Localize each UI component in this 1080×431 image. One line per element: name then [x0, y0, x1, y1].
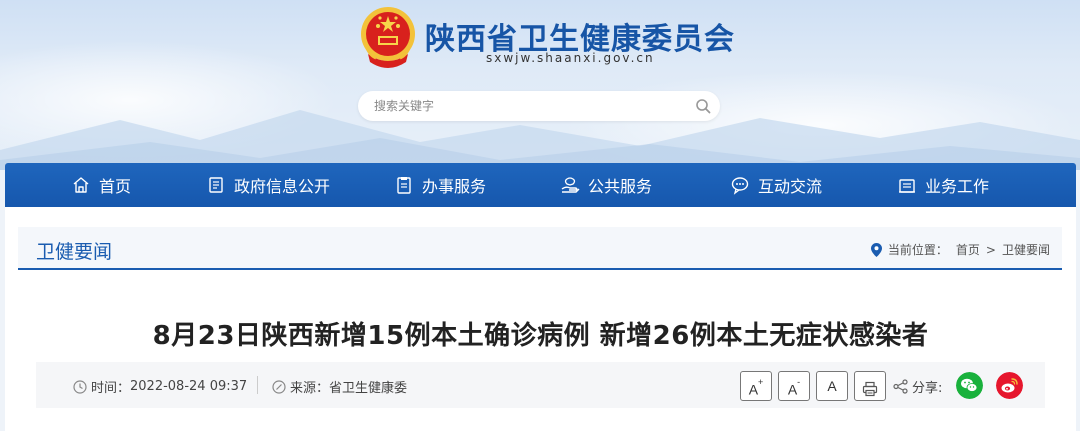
- font-smaller-minus: -: [797, 377, 801, 387]
- site-domain: sxwjw.shaanxi.gov.cn: [486, 51, 655, 65]
- time-value: 2022-08-24 09:37: [130, 379, 248, 394]
- font-larger-plus: +: [758, 377, 764, 387]
- printer-icon: [862, 381, 878, 397]
- search-box: [358, 91, 720, 121]
- meta-divider: [257, 376, 258, 394]
- search-input[interactable]: [374, 97, 674, 115]
- font-smaller-button[interactable]: A-: [778, 371, 810, 401]
- time-label: 时间：: [91, 381, 131, 396]
- share-icon: [893, 379, 908, 394]
- nav-item-home[interactable]: 首页: [71, 163, 131, 207]
- nav-item-services[interactable]: 办事服务: [394, 163, 486, 207]
- breadcrumb-location-label: 当前位置：: [887, 243, 948, 257]
- nav-item-label: 政府信息公开: [234, 177, 331, 196]
- clipboard-icon: [397, 177, 411, 194]
- main-content: 卫健要闻 当前位置： 首页 > 卫健要闻 8月23日陕西新增15例本土确诊病例 …: [5, 207, 1076, 431]
- source-label: 来源：: [290, 381, 330, 396]
- nav-item-label: 互动交流: [758, 177, 823, 196]
- article-meta-bar: 时间： 2022-08-24 09:37 来源： 省卫生健康委 A+ A- A: [36, 362, 1045, 408]
- weibo-share-icon[interactable]: [996, 372, 1023, 399]
- compass-icon: [272, 379, 286, 394]
- publish-time: 时间： 2022-08-24 09:37: [73, 377, 247, 396]
- home-icon: [73, 177, 89, 193]
- font-larger-letter: A: [748, 381, 759, 398]
- font-larger-button[interactable]: A+: [740, 371, 772, 401]
- nav-item-label: 业务工作: [925, 177, 990, 196]
- nav-item-business[interactable]: 业务工作: [897, 163, 989, 207]
- print-button[interactable]: [854, 371, 886, 401]
- share-section: 分享:: [893, 377, 942, 396]
- nav-item-interaction[interactable]: 互动交流: [730, 163, 822, 207]
- nav-item-public-services[interactable]: 公共服务: [560, 163, 652, 207]
- site-header: 陕西省卫生健康委员会 sxwjw.shaanxi.gov.cn: [0, 0, 1080, 170]
- chat-icon: [731, 177, 749, 195]
- breadcrumb: 当前位置： 首页 > 卫健要闻: [870, 241, 1050, 258]
- briefcase-icon: [899, 179, 915, 193]
- article-source: 来源： 省卫生健康委: [272, 377, 407, 396]
- hand-service-icon: [561, 177, 580, 193]
- section-title: 卫健要闻: [36, 241, 113, 263]
- font-smaller-letter: A: [787, 381, 798, 398]
- font-default-letter: A: [827, 378, 837, 394]
- section-header: 卫健要闻 当前位置： 首页 > 卫健要闻: [18, 227, 1062, 270]
- wechat-share-icon[interactable]: [956, 372, 983, 399]
- search-icon[interactable]: [695, 98, 711, 114]
- nav-item-gov-info[interactable]: 政府信息公开: [206, 163, 330, 207]
- share-label: 分享:: [912, 381, 943, 396]
- source-value: 省卫生健康委: [329, 381, 408, 396]
- breadcrumb-link-home[interactable]: 首页: [956, 241, 980, 258]
- nav-item-label: 办事服务: [422, 177, 487, 196]
- breadcrumb-link-section[interactable]: 卫健要闻: [1002, 241, 1050, 258]
- clock-icon: [73, 379, 87, 394]
- nav-item-label: 公共服务: [588, 177, 653, 196]
- document-list-icon: [209, 177, 223, 193]
- breadcrumb-separator: >: [985, 242, 996, 257]
- font-default-button[interactable]: A: [816, 371, 848, 401]
- main-nav: 首页 政府信息公开 办事服务 公共服务 互动交流 业务工作: [5, 163, 1076, 207]
- national-emblem-logo: [361, 7, 415, 68]
- nav-item-label: 首页: [99, 177, 132, 196]
- location-pin-icon: [870, 242, 882, 257]
- article-title: 8月23日陕西新增15例本土确诊病例 新增26例本土无症状感染者: [152, 321, 929, 351]
